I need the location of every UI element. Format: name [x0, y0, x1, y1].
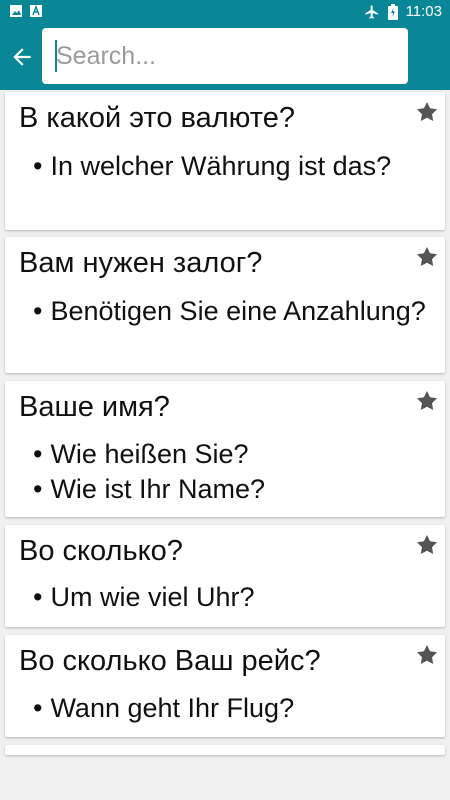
- a-icon: [30, 5, 42, 17]
- back-button[interactable]: [8, 43, 36, 71]
- phrase-title: Ваше имя?: [19, 391, 170, 423]
- phrase-title: В какой это валюте?: [19, 102, 296, 134]
- translation-item: • Um wie viel Uhr?: [33, 582, 255, 612]
- arrow-left-icon: [13, 48, 31, 66]
- translation-item: • Wann geht Ihr Flug?: [33, 693, 295, 723]
- phrase-title: Во сколько Ваш рейс?: [19, 645, 321, 677]
- translation-item: • Benötigen Sie eine Anzahlung?: [33, 296, 426, 326]
- star-icon[interactable]: [415, 533, 439, 557]
- translation-item: • In welcher Währung ist das?: [33, 151, 392, 181]
- bullet: •: [33, 439, 43, 469]
- image-icon: [10, 5, 22, 17]
- translation-item: • Wie heißen Sie?: [33, 439, 249, 469]
- bullet: •: [33, 474, 43, 504]
- toolbar: [0, 24, 450, 90]
- search-box: [42, 28, 408, 84]
- phrase-title: Во сколько?: [19, 535, 183, 567]
- phrase-title: Вам нужен залог?: [19, 247, 263, 279]
- star-icon[interactable]: [415, 245, 439, 269]
- search-input[interactable]: [52, 36, 396, 76]
- star-icon[interactable]: [415, 389, 439, 413]
- star-icon[interactable]: [415, 643, 439, 667]
- battery-icon: [387, 3, 398, 20]
- bullet: •: [33, 296, 43, 326]
- airplane-icon: [364, 4, 378, 19]
- status-bar: 11:03: [0, 0, 450, 24]
- star-icon[interactable]: [415, 100, 439, 124]
- phrase-card-partial[interactable]: [5, 745, 445, 755]
- phrase-card[interactable]: Вам нужен залог? • Benötigen Sie eine Anz…: [5, 237, 445, 373]
- phrase-card[interactable]: В какой это валюте? • In welcher Währung …: [5, 92, 445, 230]
- translation-item: • Wie ist Ihr Name?: [33, 474, 266, 504]
- bullet: •: [33, 151, 43, 181]
- phrase-card[interactable]: Во сколько? • Um wie viel Uhr?: [5, 525, 445, 627]
- bullet: •: [33, 693, 43, 723]
- clock-time: 11:03: [405, 3, 442, 20]
- phrase-card[interactable]: Во сколько Ваш рейс? • Wann geht Ihr Flug…: [5, 635, 445, 737]
- bullet: •: [33, 582, 43, 612]
- phrase-card[interactable]: Ваше имя? • Wie heißen Sie? • Wie ist Ihr …: [5, 381, 445, 517]
